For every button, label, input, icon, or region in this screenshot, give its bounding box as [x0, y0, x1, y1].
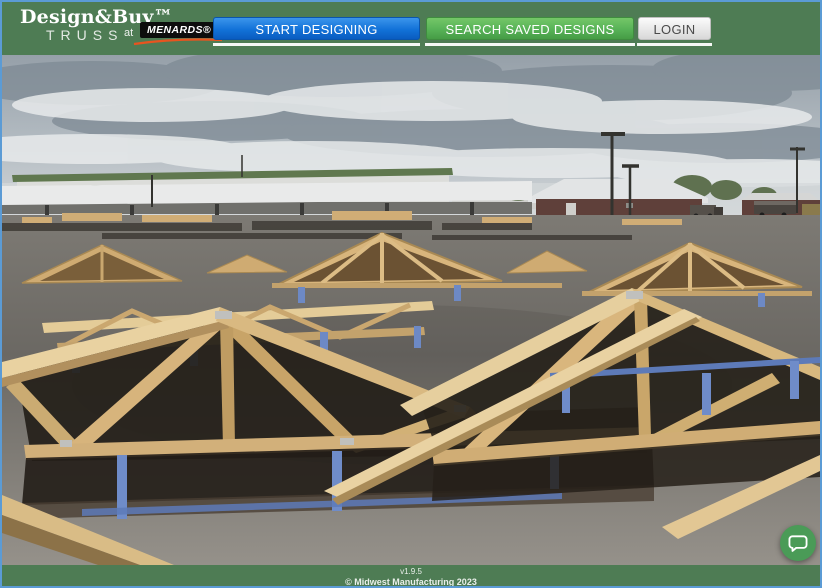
version-label: v1.9.5 — [2, 567, 820, 577]
chat-launcher-button[interactable] — [780, 525, 816, 561]
copyright-label: © Midwest Manufacturing 2023 — [2, 577, 820, 587]
search-saved-designs-button[interactable]: SEARCH SAVED DESIGNS — [426, 17, 634, 40]
page: Design&Buy™ TRUSS at MENARDS® START DESI… — [0, 0, 822, 588]
truss-yard-photo — [2, 55, 820, 565]
login-button[interactable]: LOGIN — [638, 17, 711, 40]
footer: v1.9.5 © Midwest Manufacturing 2023 — [2, 565, 820, 586]
start-button-underline — [213, 43, 420, 46]
chat-bubble-icon — [787, 533, 809, 553]
header: Design&Buy™ TRUSS at MENARDS® START DESI… — [2, 2, 820, 55]
menards-swoosh-icon — [132, 37, 224, 46]
menards-logo: MENARDS® — [140, 22, 218, 38]
search-button-underline — [425, 43, 635, 46]
login-button-underline — [637, 43, 712, 46]
start-designing-button[interactable]: START DESIGNING — [213, 17, 420, 40]
